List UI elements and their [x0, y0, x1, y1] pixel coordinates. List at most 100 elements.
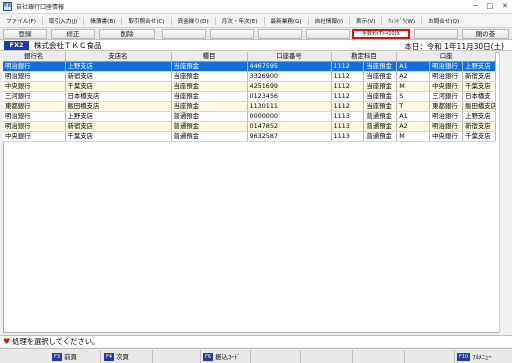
close-window-button[interactable]: 閉の巻 — [462, 29, 509, 39]
table-row[interactable]: 中央銀行 千葉支店 普通預金 9632587 1113 普通預金 M 中央銀行 … — [3, 131, 496, 142]
cell-account-branch: 飯田橋支店 — [462, 101, 496, 112]
cell-account-branch: 上野支店 — [462, 61, 496, 72]
cell-k: A1 — [396, 61, 431, 72]
cell-account-bank: 明治銀行 — [429, 71, 464, 82]
table-row[interactable]: 中央銀行 千葉支店 当座預金 4251699 1112 当座預金 M 中央銀行 … — [3, 81, 496, 92]
company-code-badge: FX2 — [4, 40, 29, 50]
toolbar-blank-button-1[interactable] — [162, 29, 206, 39]
cell-k: A2 — [396, 121, 431, 132]
cell-number: 1130111 — [247, 101, 332, 112]
cell-ledger: 当座預金 — [363, 61, 398, 72]
menu-file[interactable]: ファイル(F) — [0, 17, 42, 25]
cell-account-branch: 千葉支店 — [462, 81, 496, 92]
cell-ledger: 普通預金 — [363, 121, 398, 132]
divider — [352, 350, 353, 363]
cell-code: 1113 — [331, 111, 365, 122]
f3-prev-page-button[interactable]: F3 前頁 — [52, 351, 77, 362]
today-date: 本日：令和 1年11月30日(土) — [404, 42, 504, 51]
cell-branch: 上野支店 — [65, 111, 172, 122]
cell-bank: 東都銀行 — [3, 101, 66, 112]
company-name: 株式会社ＴＫＣ食品 — [34, 40, 102, 50]
header-bank-name[interactable]: 銀行名 — [3, 52, 66, 62]
f3-label: 前頁 — [64, 353, 77, 361]
menu-ledger[interactable]: 帳簿書(B) — [83, 16, 121, 25]
close-icon[interactable]: ✕ — [502, 2, 508, 10]
cell-account-branch: 千葉支店 — [462, 131, 496, 142]
f10-label: ﾌﾙﾒﾆｭｰ — [472, 353, 492, 361]
menu-view[interactable]: 表示(V) — [349, 16, 381, 25]
divider — [454, 350, 455, 363]
menu-company-info[interactable]: 自社情報(I) — [307, 16, 349, 25]
cell-number: 4467595 — [247, 61, 332, 72]
menu-cash-flow[interactable]: 資金繰り(D) — [170, 16, 215, 25]
cell-account-bank: 東都銀行 — [429, 101, 464, 112]
divider — [300, 350, 301, 363]
cell-branch: 上野支店 — [65, 61, 172, 72]
cell-k: T — [396, 101, 431, 112]
f4-label: 次頁 — [116, 353, 129, 361]
vertical-scrollbar[interactable] — [499, 52, 509, 333]
f10-full-menu-button[interactable]: F10 ﾌﾙﾒﾆｭｰ — [457, 351, 491, 362]
fee-button[interactable]: 手数料(T)→10(X — [352, 29, 410, 39]
cell-branch: 千葉支店 — [65, 81, 172, 92]
header-branch-name[interactable]: 支店名 — [65, 52, 172, 62]
divider — [404, 350, 405, 363]
status-bar: ♥ 処理を選択してください。 — [0, 335, 512, 347]
cell-account-branch: 日本橋支 — [462, 91, 496, 102]
maximize-icon[interactable]: □ — [487, 2, 494, 10]
minimize-icon[interactable]: ─ — [473, 2, 477, 10]
bank-account-table: 銀行名 支店名 種目 口座番号 勘定科目 口座 明治銀行 上野支店 当座預金 4… — [3, 52, 496, 142]
menu-inquiry[interactable]: お問合せ(Q) — [421, 16, 465, 25]
cell-type: 当座預金 — [171, 61, 248, 72]
cell-number: 9632587 — [247, 131, 332, 142]
cell-bank: 明治銀行 — [3, 111, 66, 122]
cell-account-bank: 明治銀行 — [429, 61, 464, 72]
cell-bank: 明治銀行 — [3, 121, 66, 132]
menu-monthly-yearly[interactable]: 月次・年次(E) — [214, 16, 264, 25]
function-key-bar: F3 前頁 F4 次頁 F6 振込ｺｰﾄﾞ F10 ﾌﾙﾒﾆｭｰ — [0, 348, 512, 363]
menu-latest-work[interactable]: 最新業務(G) — [263, 16, 308, 25]
register-button[interactable]: 登録 — [3, 29, 47, 39]
cell-account-bank: 明治銀行 — [429, 121, 464, 132]
table-row[interactable]: 明治銀行 上野支店 普通預金 0000000 1113 普通預金 A1 明治銀行… — [3, 111, 496, 122]
menu-transaction-entry[interactable]: 取引入力(J) — [41, 16, 83, 25]
status-message: 処理を選択してください。 — [12, 336, 100, 346]
cell-type: 普通預金 — [171, 121, 248, 132]
delete-button[interactable]: 削除 — [99, 29, 155, 39]
table-row[interactable]: 東都銀行 飯田橋支店 当座預金 1130111 1112 当座預金 T 東都銀行… — [3, 101, 496, 112]
f6-transfer-code-button[interactable]: F6 振込ｺｰﾄﾞ — [203, 351, 241, 362]
cell-bank: 中央銀行 — [3, 131, 66, 142]
menu-bar: ファイル(F) 取引入力(J) 帳簿書(B) 取引照合せ(C) 資金繰り(D) … — [0, 14, 512, 28]
f3-key-badge: F3 — [52, 352, 63, 361]
cell-ledger: 普通預金 — [363, 131, 398, 142]
menu-reconcile[interactable]: 取引照合せ(C) — [121, 16, 170, 25]
cell-number: 0000000 — [247, 111, 332, 122]
cell-ledger: 普通預金 — [363, 111, 398, 122]
cell-type: 当座預金 — [171, 81, 248, 92]
cell-account-branch: 新宿支店 — [462, 71, 496, 82]
cell-type: 当座預金 — [171, 91, 248, 102]
table-row[interactable]: 明治銀行 上野支店 当座預金 4467595 1112 当座預金 A1 明治銀行… — [3, 61, 496, 72]
modify-button[interactable]: 修正 — [51, 29, 95, 39]
table-header-row: 銀行名 支店名 種目 口座番号 勘定科目 口座 — [3, 52, 496, 62]
header-ledger-account[interactable]: 勘定科目 — [331, 52, 398, 62]
header-account-number[interactable]: 口座番号 — [247, 52, 332, 62]
cell-bank: 三河銀行 — [3, 91, 66, 102]
cell-code: 1113 — [331, 131, 365, 142]
cell-account-bank: 明治銀行 — [429, 111, 464, 122]
table-row[interactable]: 明治銀行 新宿支店 普通預金 0147852 1113 普通預金 A2 明治銀行… — [3, 121, 496, 132]
cell-code: 1112 — [331, 61, 365, 72]
menu-window[interactable]: ｳｨﾝﾄﾞｳ(W) — [381, 16, 421, 25]
toolbar-blank-button-2[interactable] — [210, 29, 254, 39]
header-account-type[interactable]: 種目 — [171, 52, 248, 62]
f4-next-page-button[interactable]: F4 次頁 — [104, 351, 129, 362]
toolbar-blank-button-4[interactable] — [306, 29, 350, 39]
cell-branch: 飯田橋支店 — [65, 101, 172, 112]
table-row[interactable]: 三河銀行 日本橋支店 当座預金 0123456 1112 当座預金 S 三河銀行… — [3, 91, 496, 102]
table-row[interactable]: 明治銀行 新宿支店 当座預金 3326900 1112 当座預金 A2 明治銀行… — [3, 71, 496, 82]
divider — [250, 350, 251, 363]
toolbar-blank-button-5[interactable] — [414, 29, 458, 39]
cell-ledger: 当座預金 — [363, 101, 398, 112]
toolbar-blank-button-3[interactable] — [258, 29, 302, 39]
header-account[interactable]: 口座 — [396, 52, 496, 62]
